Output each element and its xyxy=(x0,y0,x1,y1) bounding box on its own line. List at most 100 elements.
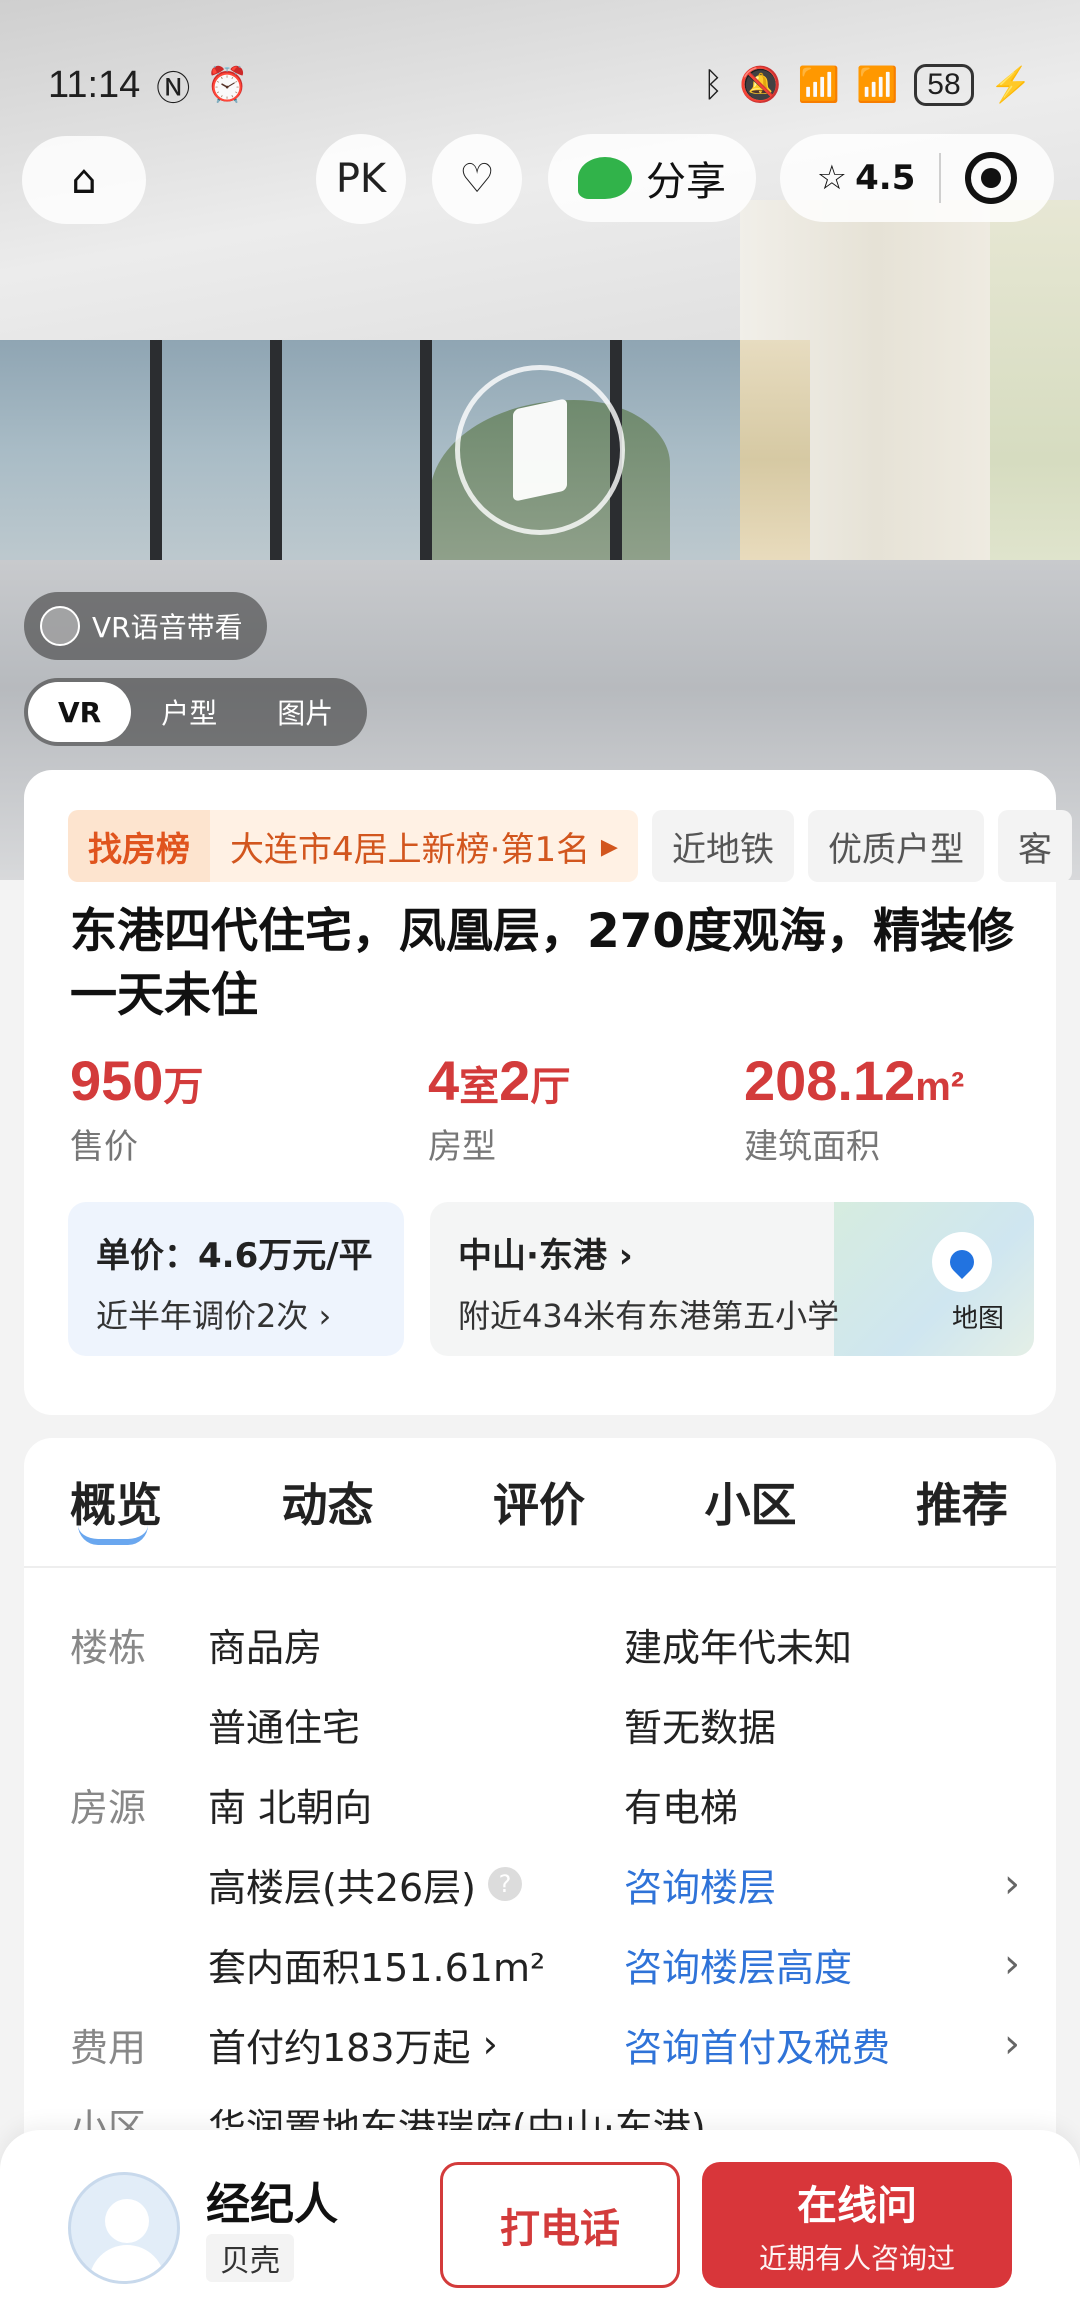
price-value: 950 xyxy=(70,1049,164,1112)
nfc-icon: Ⓝ xyxy=(156,69,191,108)
price-unit: 万 xyxy=(163,1065,204,1109)
online-consult-label: 在线问 xyxy=(797,2183,917,2229)
row-value: 南 北朝向 xyxy=(208,1785,373,1830)
record-icon[interactable] xyxy=(965,152,1018,204)
online-consult-sub: 近期有人咨询过 xyxy=(758,2242,955,2275)
charging-icon: ⚡ xyxy=(989,66,1032,104)
signal-icon: 📶 xyxy=(797,66,840,104)
location-link[interactable]: 中山·东港 › xyxy=(458,1228,1006,1277)
call-button[interactable]: 打电话 xyxy=(440,2162,680,2288)
tab-reviews[interactable]: 评价 xyxy=(493,1469,585,1535)
agent-avatar[interactable] xyxy=(68,2172,180,2284)
alarm-icon: ⏰ xyxy=(206,66,249,104)
share-label: 分享 xyxy=(646,159,726,205)
row-value: 商品房 xyxy=(208,1625,323,1670)
share-button[interactable]: 分享 xyxy=(548,134,756,222)
rating-value: 4.5 xyxy=(855,158,916,198)
area-value: 208.12 xyxy=(744,1049,916,1112)
pk-label: PK xyxy=(335,156,387,202)
vr-panorama-image[interactable] xyxy=(0,0,1080,880)
detail-row: 房源 南 北朝向 有电梯 xyxy=(70,1764,1020,1844)
consult-floor-height-link[interactable]: 咨询楼层高度 xyxy=(624,1937,990,1992)
halls-count: 2 xyxy=(499,1049,531,1112)
tab-community[interactable]: 小区 xyxy=(705,1469,797,1535)
marble-panel xyxy=(740,340,810,580)
avatar-head xyxy=(105,2199,149,2243)
tab-overview[interactable]: 概览 xyxy=(70,1469,162,1545)
tag-item: 客 xyxy=(997,810,1072,882)
pk-button[interactable]: PK xyxy=(316,134,406,224)
media-tab-photos[interactable]: 图片 xyxy=(247,682,363,742)
bluetooth-icon: ᛒ xyxy=(702,65,724,104)
ranking-badge[interactable]: 找房榜 大连市4居上新榜·第1名 ▸ xyxy=(68,810,638,882)
media-tab-floorplan[interactable]: 户型 xyxy=(131,682,247,742)
vr-voice-label: VR语音带看 xyxy=(92,611,243,644)
agent-label: 经纪人 xyxy=(206,2179,338,2230)
unit-price-box[interactable]: 单价：4.6万元/平 近半年调价2次 › xyxy=(68,1202,404,1356)
row-key: 费用 xyxy=(70,2025,147,2070)
layout-stat: 4室2厅 房型 xyxy=(428,1048,570,1168)
rooms-unit: 室 xyxy=(459,1065,500,1109)
favorite-button[interactable]: ♡ xyxy=(432,134,522,224)
consult-floor-link[interactable]: 咨询楼层 xyxy=(624,1857,990,1912)
detail-row: 普通住宅 暂无数据 xyxy=(70,1684,1020,1764)
unit-price: 单价：4.6万元/平 xyxy=(96,1236,373,1276)
location-box[interactable]: 地图 中山·东港 › 附近434米有东港第五小学 xyxy=(430,1202,1034,1356)
help-icon[interactable]: ? xyxy=(488,1867,523,1901)
bottom-action-bar: 经纪人 贝壳 打电话 在线问 近期有人咨询过 xyxy=(0,2130,1080,2324)
mute-icon: 🔕 xyxy=(739,66,782,104)
divider xyxy=(939,153,942,203)
detail-row[interactable]: 高楼层(共26层)? 咨询楼层 › xyxy=(70,1844,1020,1924)
media-tab-vr[interactable]: VR xyxy=(28,682,132,742)
detail-row[interactable]: 套内面积151.61m² 咨询楼层高度 › xyxy=(70,1924,1020,2004)
consult-tax-link[interactable]: 咨询首付及税费 xyxy=(624,2017,990,2072)
row-key: 楼栋 xyxy=(70,1625,147,1670)
vr-voice-icon xyxy=(40,606,80,646)
star-icon: ☆ xyxy=(816,158,848,198)
status-time: 11:14 xyxy=(48,63,141,106)
tab-recommend[interactable]: 推荐 xyxy=(916,1469,1008,1535)
avatar-body xyxy=(89,2245,165,2281)
rating-widget[interactable]: ☆ 4.5 xyxy=(780,134,1054,222)
down-payment-link[interactable]: 首付约183万起 › xyxy=(208,2017,624,2072)
price-stat: 950万 售价 xyxy=(70,1048,203,1168)
row-value: 套内面积151.61m² xyxy=(208,1945,546,1990)
price-change-link[interactable]: 近半年调价2次 › xyxy=(96,1291,376,1337)
chevron-right-icon: › xyxy=(1004,1861,1020,1907)
listing-info-card: 找房榜 大连市4居上新榜·第1名 ▸ 近地铁 优质户型 客 东港四代住宅，凤凰层… xyxy=(24,770,1072,1415)
detail-row[interactable]: 费用 首付约183万起 › 咨询首付及税费 › xyxy=(70,2004,1020,2084)
row-value: 普通住宅 xyxy=(208,1705,361,1750)
detail-row: 楼栋 商品房 建成年代未知 xyxy=(70,1604,1020,1684)
row-value: 高楼层(共26层)? xyxy=(208,1857,624,1912)
tab-updates[interactable]: 动态 xyxy=(282,1469,374,1535)
row-value: 暂无数据 xyxy=(624,1705,777,1750)
listing-page: 11:14 Ⓝ ⏰ ᛒ 🔕 📶 📶 58 ⚡ ⌂ PK ♡ 分享 ☆ 4.5 V… xyxy=(0,0,1080,2324)
area-label: 建筑面积 xyxy=(744,1127,880,1167)
signal-icon-2: 📶 xyxy=(855,66,899,104)
halls-unit: 厅 xyxy=(530,1065,571,1109)
area-unit: m² xyxy=(915,1065,965,1109)
rank-badge-label: 找房榜 xyxy=(68,810,210,882)
home-icon: ⌂ xyxy=(71,157,97,203)
row-value: 有电梯 xyxy=(624,1785,739,1830)
price-label: 售价 xyxy=(70,1127,138,1167)
vr-voice-tour-button[interactable]: VR语音带看 xyxy=(24,592,267,660)
layout-label: 房型 xyxy=(428,1127,496,1167)
home-button[interactable]: ⌂ xyxy=(22,136,146,224)
nearby-school: 附近434米有东港第五小学 xyxy=(458,1297,840,1335)
wechat-icon xyxy=(578,157,632,199)
battery-indicator: 58 xyxy=(914,64,974,106)
agent-brand: 贝壳 xyxy=(206,2234,294,2282)
chevron-right-icon: › xyxy=(1004,2021,1020,2067)
online-consult-button[interactable]: 在线问 近期有人咨询过 xyxy=(702,2162,1012,2288)
tag-item: 近地铁 xyxy=(651,810,794,882)
vr-play-icon[interactable] xyxy=(455,365,625,535)
detail-rows: 楼栋 商品房 建成年代未知 普通住宅 暂无数据 房源 南 北朝向 有电梯 高楼层… xyxy=(70,1604,1020,2164)
tag-row[interactable]: 找房榜 大连市4居上新榜·第1名 ▸ 近地铁 优质户型 客 xyxy=(68,810,1072,882)
listing-title: 东港四代住宅，凤凰层，270度观海，精装修一天未住 xyxy=(70,904,1015,1023)
area-stat: 208.12m² 建筑面积 xyxy=(744,1048,964,1168)
row-value: 建成年代未知 xyxy=(624,1625,853,1670)
row-key: 房源 xyxy=(70,1785,147,1830)
rooms-count: 4 xyxy=(428,1049,460,1112)
chevron-right-icon: › xyxy=(1004,1941,1020,1987)
